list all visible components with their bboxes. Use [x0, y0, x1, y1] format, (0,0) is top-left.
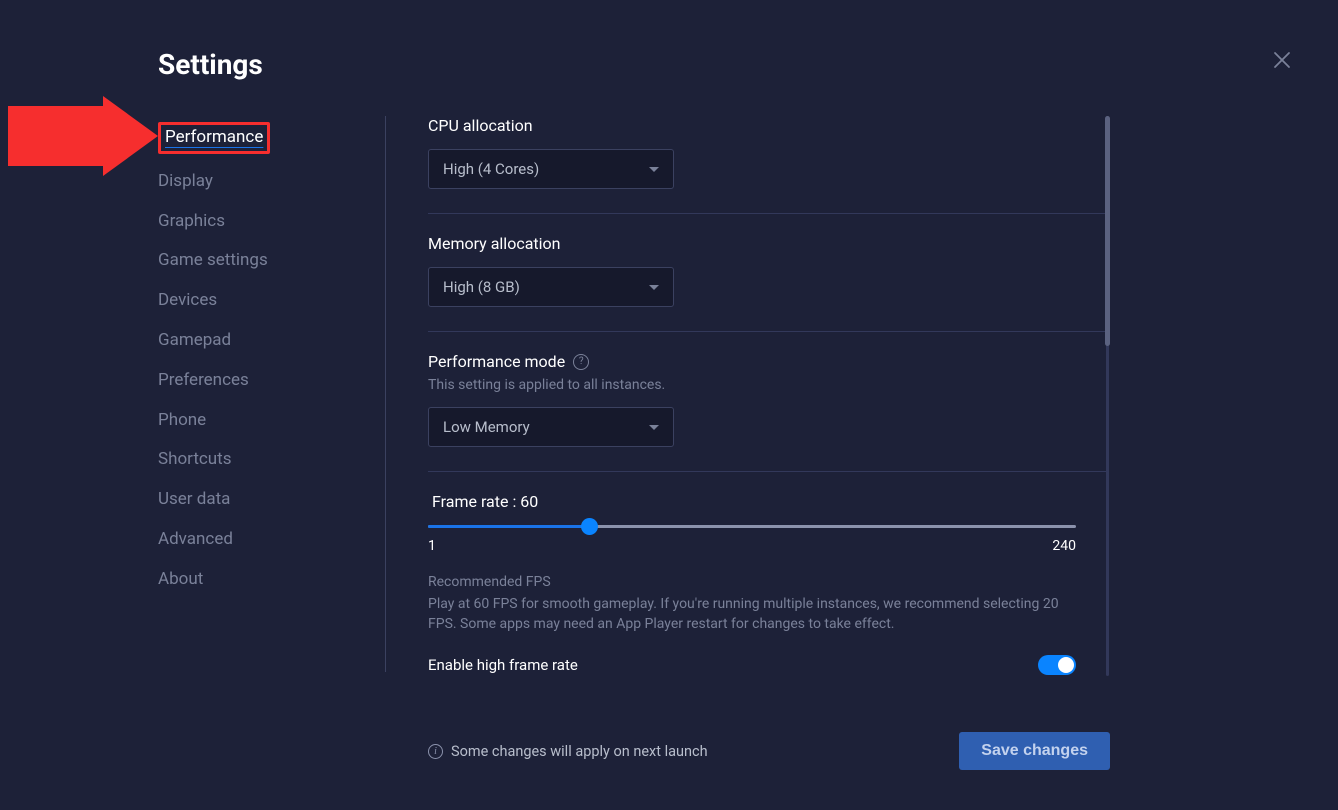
framerate-section: Frame rate : 60 1 240 Recommended FPS Pl… [428, 492, 1108, 676]
info-icon: i [428, 744, 443, 759]
sidebar-item-phone[interactable]: Phone [158, 409, 368, 433]
hfr-label: Enable high frame rate [428, 656, 578, 674]
framerate-slider[interactable]: 1 240 [428, 525, 1108, 554]
perfmode-select-value: Low Memory [443, 418, 530, 436]
cpu-select[interactable]: High (4 Cores) [428, 149, 674, 189]
memory-section: Memory allocation High (8 GB) [428, 234, 1108, 332]
cpu-section: CPU allocation High (4 Cores) [428, 116, 1108, 214]
help-icon[interactable]: ? [573, 354, 589, 370]
perfmode-select[interactable]: Low Memory [428, 407, 674, 447]
perfmode-section: Performance mode ? This setting is appli… [428, 352, 1108, 472]
cpu-label: CPU allocation [428, 116, 1108, 135]
save-changes-button[interactable]: Save changes [959, 732, 1110, 770]
sidebar-item-about[interactable]: About [158, 568, 368, 592]
rec-fps-body: Play at 60 FPS for smooth gameplay. If y… [428, 594, 1068, 635]
launch-note: i Some changes will apply on next launch [428, 743, 708, 760]
slider-fill [428, 525, 589, 528]
hfr-row: Enable high frame rate [428, 655, 1076, 675]
sidebar-item-devices[interactable]: Devices [158, 289, 368, 313]
sidebar-item-performance[interactable]: Performance [158, 122, 270, 154]
toggle-knob [1058, 657, 1074, 673]
vertical-divider [385, 116, 386, 672]
slider-thumb[interactable] [581, 518, 598, 535]
sidebar-item-game-settings[interactable]: Game settings [158, 249, 368, 273]
chevron-down-icon [649, 285, 659, 290]
slider-track [428, 525, 1076, 528]
launch-note-text: Some changes will apply on next launch [451, 743, 708, 760]
memory-label: Memory allocation [428, 234, 1108, 253]
framerate-min: 1 [428, 538, 436, 554]
page-title: Settings [158, 48, 263, 81]
sidebar-item-gamepad[interactable]: Gamepad [158, 329, 368, 353]
content-scrollbar[interactable] [1105, 116, 1110, 676]
sidebar-item-graphics[interactable]: Graphics [158, 210, 368, 234]
sidebar-item-shortcuts[interactable]: Shortcuts [158, 448, 368, 472]
perfmode-label: Performance mode ? [428, 352, 1108, 371]
memory-select[interactable]: High (8 GB) [428, 267, 674, 307]
scrollbar-thumb[interactable] [1105, 116, 1110, 346]
framerate-max: 240 [1052, 538, 1076, 554]
sidebar-item-advanced[interactable]: Advanced [158, 528, 368, 552]
sidebar-item-preferences[interactable]: Preferences [158, 369, 368, 393]
sidebar-item-display[interactable]: Display [158, 170, 368, 194]
close-button[interactable] [1266, 44, 1298, 76]
sidebar-item-user-data[interactable]: User data [158, 488, 368, 512]
footer: i Some changes will apply on next launch… [428, 732, 1110, 770]
annotation-arrow [8, 96, 158, 176]
close-icon [1273, 51, 1291, 69]
memory-select-value: High (8 GB) [443, 278, 520, 296]
chevron-down-icon [649, 425, 659, 430]
cpu-select-value: High (4 Cores) [443, 160, 539, 178]
framerate-label: Frame rate : 60 [432, 492, 1108, 511]
rec-fps-title: Recommended FPS [428, 574, 1108, 590]
perfmode-label-text: Performance mode [428, 352, 565, 371]
settings-sidebar: Performance Display Graphics Game settin… [158, 122, 368, 592]
perfmode-sublabel: This setting is applied to all instances… [428, 377, 1108, 393]
settings-content: CPU allocation High (4 Cores) Memory all… [428, 116, 1108, 676]
chevron-down-icon [649, 167, 659, 172]
hfr-toggle[interactable] [1038, 655, 1076, 675]
